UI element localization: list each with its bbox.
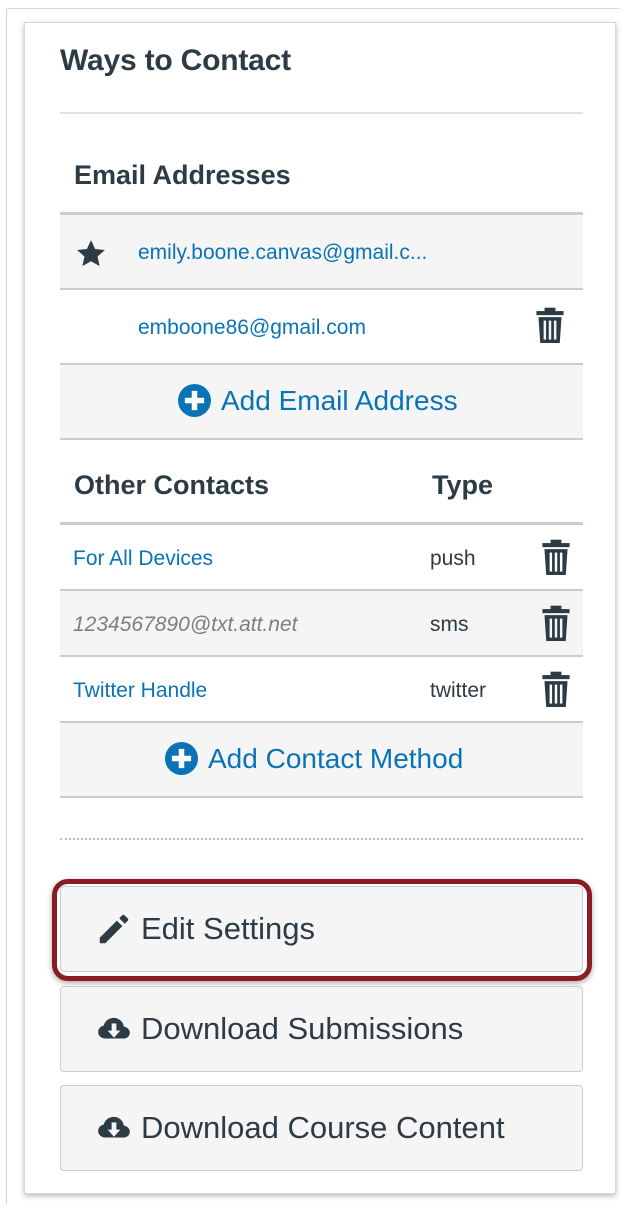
email-link[interactable]: emily.boone.canvas@gmail.c... xyxy=(138,241,427,265)
contact-row: Twitter Handle twitter xyxy=(60,657,583,723)
other-contacts-table: For All Devices push 1234567890@txt.att.… xyxy=(60,522,583,798)
other-contacts-heading: Other Contacts xyxy=(74,470,270,500)
download-submissions-label: Download Submissions xyxy=(141,1011,464,1046)
type-column-heading: Type xyxy=(432,470,494,500)
contact-type: push xyxy=(430,547,476,570)
contact-type: sms xyxy=(430,613,469,636)
trash-icon[interactable] xyxy=(533,307,567,345)
email-addresses-heading: Email Addresses xyxy=(74,160,291,190)
cloud-download-icon xyxy=(98,1017,130,1039)
contact-row: 1234567890@txt.att.net sms xyxy=(60,591,583,657)
section-divider xyxy=(60,838,583,840)
add-email-address-link[interactable]: Add Email Address xyxy=(178,384,458,417)
trash-icon[interactable] xyxy=(539,539,573,577)
email-row: emboone86@gmail.com xyxy=(60,290,583,365)
contact-type: twitter xyxy=(430,679,487,702)
plus-circle-icon xyxy=(178,384,211,417)
star-icon xyxy=(77,240,105,267)
panel-title: Ways to Contact xyxy=(60,44,291,77)
email-row-primary: emily.boone.canvas@gmail.c... xyxy=(60,215,583,290)
trash-icon[interactable] xyxy=(539,605,573,643)
contact-name-link[interactable]: For All Devices xyxy=(73,547,213,571)
download-submissions-button[interactable]: Download Submissions xyxy=(60,986,583,1072)
contact-name: 1234567890@txt.att.net xyxy=(73,613,298,636)
download-course-content-button[interactable]: Download Course Content xyxy=(60,1085,583,1171)
email-addresses-table: emily.boone.canvas@gmail.c... emboone86@… xyxy=(60,212,583,440)
email-link[interactable]: emboone86@gmail.com xyxy=(138,316,366,340)
add-email-row: Add Email Address xyxy=(60,365,583,440)
title-divider xyxy=(60,112,583,114)
add-contact-method-link[interactable]: Add Contact Method xyxy=(165,742,463,775)
download-course-content-label: Download Course Content xyxy=(141,1110,505,1145)
plus-circle-icon xyxy=(165,742,198,775)
highlight-outline xyxy=(52,879,592,981)
add-contact-row: Add Contact Method xyxy=(60,723,583,798)
add-contact-method-label: Add Contact Method xyxy=(208,742,464,774)
cloud-download-icon xyxy=(98,1116,130,1138)
contact-name-link[interactable]: Twitter Handle xyxy=(73,679,207,703)
contact-row: For All Devices push xyxy=(60,525,583,591)
add-email-address-label: Add Email Address xyxy=(221,384,458,416)
trash-icon[interactable] xyxy=(539,671,573,709)
